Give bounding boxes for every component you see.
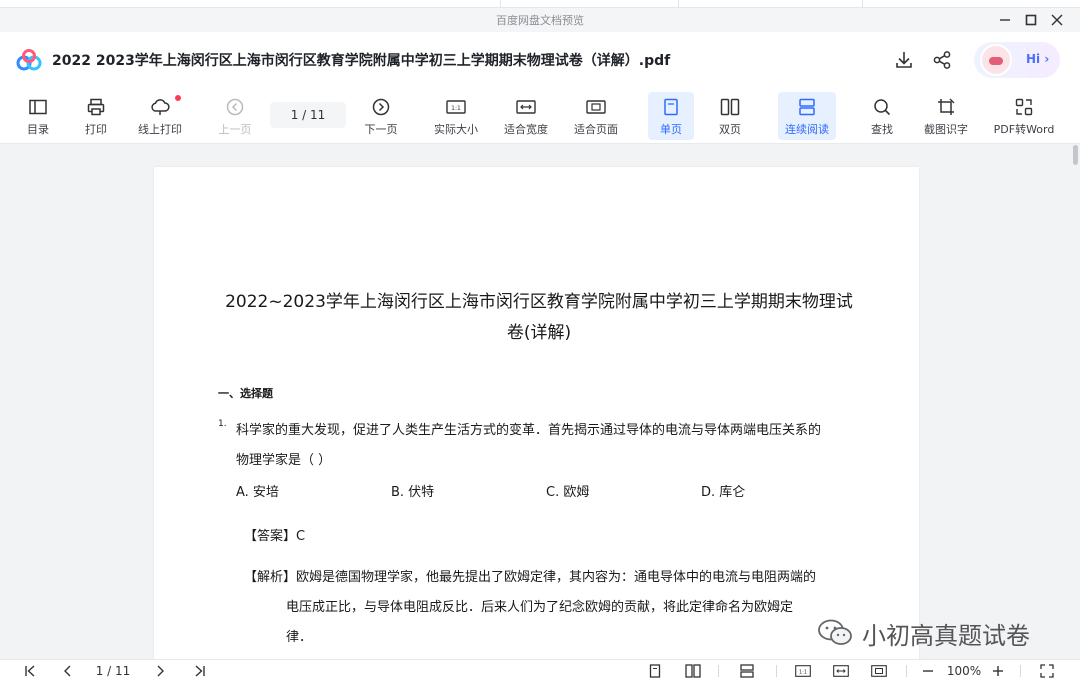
pdf-to-word-button[interactable]: PDF转Word <box>990 92 1058 140</box>
assistant-avatar <box>980 44 1012 76</box>
fit-width-button[interactable]: 适合宽度 <box>500 92 552 140</box>
fullscreen-icon[interactable] <box>1038 663 1056 679</box>
title-bar: 百度网盘文档预览 <box>0 8 1080 32</box>
scrollbar-thumb[interactable] <box>1073 145 1078 165</box>
status-page-indicator[interactable]: 1 / 11 <box>88 663 138 679</box>
zoom-level[interactable]: 100% <box>944 663 984 679</box>
page-number-input[interactable]: 1 / 11 <box>270 102 346 128</box>
next-page-icon <box>370 96 392 118</box>
new-badge <box>175 95 181 101</box>
actual-size-button[interactable]: 1:1 实际大小 <box>430 92 482 140</box>
double-page-small-icon[interactable] <box>684 663 702 679</box>
watermark-text: 小初高真题试卷 <box>862 621 1030 650</box>
close-icon[interactable] <box>1046 10 1068 30</box>
svg-text:1:1: 1:1 <box>451 105 461 112</box>
vertical-scrollbar[interactable] <box>1070 145 1080 659</box>
last-page-icon[interactable] <box>192 663 208 679</box>
share-icon[interactable] <box>930 48 954 72</box>
question-number: 1. <box>218 419 227 429</box>
option-a: A. 安培 <box>236 485 279 500</box>
minimize-icon[interactable] <box>994 10 1016 30</box>
crop-ocr-icon <box>935 96 957 118</box>
double-page-button[interactable]: 双页 <box>708 92 752 140</box>
continuous-icon <box>796 96 818 118</box>
document-header: 2022 2023学年上海闵行区上海市闵行区教育学院附属中学初三上学期期末物理试… <box>0 32 1080 88</box>
convert-icon <box>1013 96 1035 118</box>
download-icon[interactable] <box>892 48 916 72</box>
assistant-label: Hi › <box>1026 52 1050 66</box>
prev-page-button[interactable]: 上一页 <box>214 92 256 140</box>
next-page-button[interactable]: 下一页 <box>360 92 402 140</box>
actual-size-small-icon[interactable]: 1:1 <box>794 663 812 679</box>
status-bar: 1 / 11 1:1 100% <box>0 659 1080 681</box>
option-b: B. 伏特 <box>391 485 435 500</box>
app-window: 百度网盘文档预览 2022 2023学年上海闵行区上海市闵行区教育学院附属中学初… <box>0 0 1080 681</box>
explanation-text: 【解析】欧姆是德国物理学家，他最先提出了欧姆定律，其内容为：通电导体中的电流与电… <box>244 570 817 645</box>
maximize-icon[interactable] <box>1020 10 1042 30</box>
baidu-netdisk-logo <box>16 49 42 71</box>
fit-width-small-icon[interactable] <box>832 663 850 679</box>
single-page-small-icon[interactable] <box>646 663 664 679</box>
toc-button[interactable]: 目录 <box>20 92 56 140</box>
section-heading: 一、选择题 <box>218 387 273 400</box>
fit-page-small-icon[interactable] <box>870 663 888 679</box>
single-page-button[interactable]: 单页 <box>648 92 694 140</box>
zoom-in-icon[interactable] <box>990 663 1006 679</box>
watermark: 小初高真题试卷 <box>816 615 1030 651</box>
continuous-small-icon[interactable] <box>738 663 756 679</box>
double-page-icon <box>719 96 741 118</box>
fit-page-icon <box>585 96 607 118</box>
exam-title: 2022~2023学年上海闵行区上海市闵行区教育学院附属中学初三上学期期末物理试… <box>225 292 853 343</box>
svg-text:1:1: 1:1 <box>799 669 807 675</box>
wechat-icon <box>818 619 852 645</box>
prev-page-small-icon[interactable] <box>60 663 76 679</box>
cloud-print-icon <box>149 96 171 118</box>
first-page-icon[interactable] <box>22 663 38 679</box>
zoom-out-icon[interactable] <box>920 663 936 679</box>
next-page-small-icon[interactable] <box>152 663 168 679</box>
document-viewer[interactable]: 2022~2023学年上海闵行区上海市闵行区教育学院附属中学初三上学期期末物理试… <box>0 145 1070 659</box>
printer-icon <box>85 96 107 118</box>
toolbar: 目录 打印 线上打印 上一页 下一页 1:1 实际大小 适合宽度 适合页面 单页… <box>0 88 1080 144</box>
actual-size-icon: 1:1 <box>445 96 467 118</box>
window-title: 百度网盘文档预览 <box>496 14 584 27</box>
search-button[interactable]: 查找 <box>862 92 902 140</box>
question-text: 科学家的重大发现，促进了人类生产生活方式的变革．首先揭示通过导体的电流与导体两端… <box>236 423 822 468</box>
single-page-icon <box>660 96 682 118</box>
fit-width-icon <box>515 96 537 118</box>
option-c: C. 欧姆 <box>546 485 590 500</box>
search-icon <box>871 96 893 118</box>
top-strip <box>0 0 1080 8</box>
print-button[interactable]: 打印 <box>78 92 114 140</box>
fit-page-button[interactable]: 适合页面 <box>570 92 622 140</box>
continuous-read-button[interactable]: 连续阅读 <box>778 92 836 140</box>
pdf-page: 2022~2023学年上海闵行区上海市闵行区教育学院附属中学初三上学期期末物理试… <box>154 167 919 659</box>
answer-text: 【答案】C <box>244 529 306 544</box>
prev-page-icon <box>224 96 246 118</box>
option-d: D. 库仑 <box>701 485 746 500</box>
crop-ocr-button[interactable]: 截图识字 <box>918 92 974 140</box>
document-title: 2022 2023学年上海闵行区上海市闵行区教育学院附属中学初三上学期期末物理试… <box>52 53 671 69</box>
toc-icon <box>27 96 49 118</box>
ai-assistant-button[interactable]: Hi › <box>974 42 1060 78</box>
